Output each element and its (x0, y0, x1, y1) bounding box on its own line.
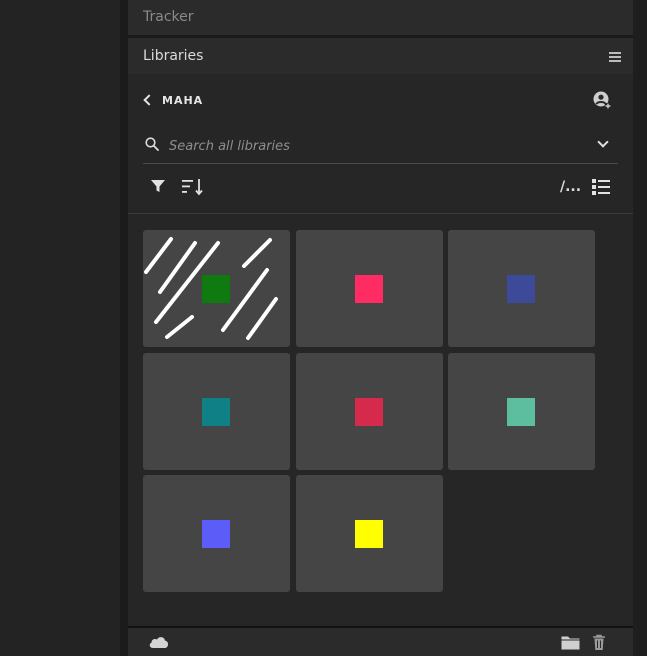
right-edge-bar (633, 0, 647, 656)
chevron-left-icon (143, 94, 155, 106)
libraries-panel-title: Libraries (143, 48, 204, 64)
libraries-content: MAHA /... (128, 74, 633, 626)
toolbar-divider (128, 213, 633, 214)
color-tile-5[interactable] (296, 353, 443, 470)
color-tile-2[interactable] (296, 230, 443, 347)
cloud-icon[interactable] (148, 635, 170, 649)
color-tile-1[interactable] (143, 230, 290, 347)
view-options-button[interactable]: /... (560, 179, 581, 195)
color-tile-3[interactable] (448, 230, 595, 347)
tracker-panel-header[interactable]: Tracker (128, 0, 633, 35)
sort-icon[interactable] (182, 178, 204, 196)
library-name: MAHA (162, 93, 204, 107)
search-bar (143, 129, 618, 164)
left-workspace-area (0, 0, 120, 656)
color-swatch (355, 520, 383, 548)
libraries-panel: Tracker Libraries MAHA Search all librar… (128, 0, 633, 656)
account-icon[interactable] (593, 91, 611, 109)
color-swatch (202, 520, 230, 548)
panel-footer (128, 628, 633, 656)
panel-divider[interactable] (120, 0, 128, 656)
tracker-panel-title: Tracker (143, 9, 194, 25)
color-tile-7[interactable] (143, 475, 290, 592)
color-swatch (507, 275, 535, 303)
color-tile-4[interactable] (143, 353, 290, 470)
selection-hatch-overlay (144, 237, 278, 340)
panel-menu-icon[interactable] (609, 52, 621, 62)
chevron-down-icon[interactable] (597, 136, 609, 148)
list-view-icon[interactable] (592, 178, 610, 196)
search-icon (145, 137, 159, 151)
filter-icon[interactable] (150, 178, 166, 194)
color-swatch (507, 398, 535, 426)
folder-icon[interactable] (561, 635, 580, 650)
color-swatch (202, 398, 230, 426)
color-tile-6[interactable] (448, 353, 595, 470)
color-swatch (355, 275, 383, 303)
back-to-libraries-button[interactable]: MAHA (143, 91, 203, 109)
color-tile-8[interactable] (296, 475, 443, 592)
libraries-panel-header: Libraries (128, 38, 633, 74)
search-input[interactable] (167, 135, 571, 157)
trash-icon[interactable] (592, 634, 606, 651)
color-swatch (355, 398, 383, 426)
